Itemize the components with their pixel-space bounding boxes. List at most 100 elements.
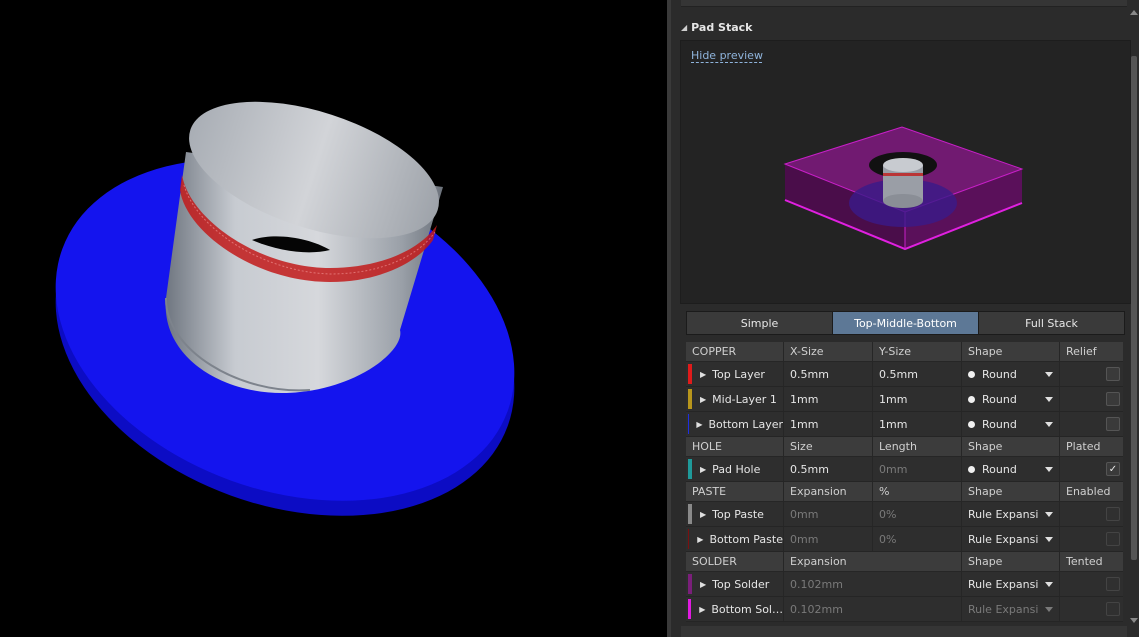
relief-checkbox[interactable] [1106, 417, 1120, 431]
column-header: HOLE [686, 437, 784, 456]
column-header: Shape [962, 342, 1060, 361]
dropdown-caret-icon[interactable] [1045, 466, 1053, 472]
expand-arrow-icon[interactable]: ▶ [700, 395, 706, 404]
3d-viewport[interactable] [0, 0, 667, 637]
column-header: PASTE [686, 482, 784, 501]
layer-row-top-solder[interactable]: ▶ Top Solder 0.102mm Rule Expansi [686, 572, 1123, 597]
shape-dropdown[interactable]: Rule Expansi [962, 572, 1060, 596]
layer-row-bottom-layer[interactable]: ▶ Bottom Layer 1mm 1mm Round [686, 412, 1123, 437]
column-header: Tented [1066, 555, 1103, 568]
shape-dropdown[interactable]: Rule Expansi [962, 527, 1060, 551]
tab-top-middle-bottom[interactable]: Top-Middle-Bottom [833, 312, 979, 334]
pad-stack-section-header[interactable]: ◢ Pad Stack [681, 18, 753, 36]
hole-size-field[interactable]: 0.5mm [784, 457, 873, 481]
layer-row-bottom-paste[interactable]: ▶ Bottom Paste 0mm 0% Rule Expansi [686, 527, 1123, 552]
pad-3d-render [55, 101, 515, 516]
y-size-field[interactable]: 1mm [873, 412, 962, 436]
x-size-field[interactable]: 1mm [784, 387, 873, 411]
layer-row-mid-layer-1[interactable]: ▶ Mid-Layer 1 1mm 1mm Round [686, 387, 1123, 412]
expansion-field[interactable]: 0mm [784, 527, 873, 551]
properties-panel: ◢ Pad Stack Hide preview Simple Top-Midd… [671, 0, 1139, 637]
layer-name: Pad Hole [712, 462, 761, 476]
shape-value: Round [982, 367, 1017, 381]
relief-checkbox[interactable] [1106, 392, 1120, 406]
layer-color-swatch [688, 529, 690, 549]
shape-value: Rule Expansi [968, 577, 1039, 591]
column-header: COPPER [686, 342, 784, 361]
hole-length-field[interactable]: 0mm [873, 457, 962, 481]
collapse-triangle-icon[interactable]: ◢ [681, 23, 687, 32]
dropdown-caret-icon[interactable] [1045, 581, 1053, 587]
tented-checkbox[interactable] [1106, 577, 1120, 591]
shape-dropdown[interactable]: Round [962, 412, 1060, 436]
dropdown-caret-icon[interactable] [1045, 536, 1053, 542]
y-size-field[interactable]: 1mm [873, 387, 962, 411]
expand-arrow-icon[interactable]: ▶ [700, 580, 706, 589]
expansion-field[interactable]: 0mm [784, 502, 873, 526]
expand-arrow-icon[interactable]: ▶ [700, 370, 706, 379]
shape-dropdown[interactable]: Rule Expansi [962, 597, 1060, 621]
hide-preview-link[interactable]: Hide preview [691, 49, 763, 62]
layer-color-swatch [688, 504, 692, 524]
percent-field[interactable]: 0% [873, 502, 962, 526]
percent-field[interactable]: 0% [873, 527, 962, 551]
column-header: Shape [962, 482, 1060, 501]
hole-header-row: HOLE Size Length Shape Plated [686, 437, 1123, 457]
panel-scrollbar[interactable] [1131, 56, 1137, 560]
column-header: Expansion [784, 482, 873, 501]
solder-header-row: SOLDER Expansion Shape Tented [686, 552, 1123, 572]
enabled-checkbox[interactable] [1106, 507, 1120, 521]
shape-dropdown[interactable]: Round [962, 362, 1060, 386]
expansion-field[interactable]: 0.102mm [784, 572, 962, 596]
dropdown-caret-icon[interactable] [1045, 421, 1053, 427]
panel-bottom-bar [681, 626, 1127, 637]
shape-dropdown[interactable]: Round [962, 457, 1060, 481]
expand-arrow-icon[interactable]: ▶ [697, 535, 703, 544]
column-header: Shape [962, 552, 1060, 571]
layer-name: Top Layer [712, 367, 765, 381]
relief-checkbox[interactable] [1106, 367, 1120, 381]
shape-value: Round [982, 462, 1017, 476]
dropdown-caret-icon[interactable] [1045, 371, 1053, 377]
expand-arrow-icon[interactable]: ▶ [699, 605, 705, 614]
column-header: Length [873, 437, 962, 456]
layer-name: Bottom Sol… [711, 602, 783, 616]
expansion-field[interactable]: 0.102mm [784, 597, 962, 621]
column-header: Size [784, 437, 873, 456]
tented-checkbox[interactable] [1106, 602, 1120, 616]
column-header: Enabled [1066, 485, 1111, 498]
column-header: % [873, 482, 962, 501]
layer-name: Mid-Layer 1 [712, 392, 777, 406]
layer-row-top-layer[interactable]: ▶ Top Layer 0.5mm 0.5mm Round [686, 362, 1123, 387]
section-title: Pad Stack [691, 20, 753, 34]
x-size-field[interactable]: 1mm [784, 412, 873, 436]
column-header: Expansion [784, 552, 962, 571]
dropdown-caret-icon[interactable] [1045, 511, 1053, 517]
tab-full-stack[interactable]: Full Stack [979, 312, 1124, 334]
y-size-field[interactable]: 0.5mm [873, 362, 962, 386]
tab-simple[interactable]: Simple [687, 312, 833, 334]
dropdown-caret-icon[interactable] [1045, 396, 1053, 402]
shape-value: Rule Expansi [968, 532, 1039, 546]
shape-value: Rule Expansi [968, 507, 1039, 521]
paste-header-row: PASTE Expansion % Shape Enabled [686, 482, 1123, 502]
column-header: X-Size [784, 342, 873, 361]
dropdown-caret-icon[interactable] [1045, 606, 1053, 612]
layer-color-swatch [688, 599, 692, 619]
expand-arrow-icon[interactable]: ▶ [696, 420, 702, 429]
layer-row-bottom-solder[interactable]: ▶ Bottom Sol… 0.102mm Rule Expansi [686, 597, 1123, 622]
shape-dropdown[interactable]: Round [962, 387, 1060, 411]
column-header: Y-Size [873, 342, 962, 361]
scroll-down-arrow-icon[interactable] [1130, 618, 1138, 623]
x-size-field[interactable]: 0.5mm [784, 362, 873, 386]
expand-arrow-icon[interactable]: ▶ [700, 510, 706, 519]
layer-row-pad-hole[interactable]: ▶ Pad Hole 0.5mm 0mm Round ✓ [686, 457, 1123, 482]
round-shape-icon [968, 395, 975, 403]
scroll-up-arrow-icon[interactable] [1130, 10, 1138, 15]
expand-arrow-icon[interactable]: ▶ [700, 465, 706, 474]
enabled-checkbox[interactable] [1106, 532, 1120, 546]
plated-checkbox[interactable]: ✓ [1106, 462, 1120, 476]
shape-dropdown[interactable]: Rule Expansi [962, 502, 1060, 526]
layer-row-top-paste[interactable]: ▶ Top Paste 0mm 0% Rule Expansi [686, 502, 1123, 527]
layer-name: Bottom Layer [708, 417, 783, 431]
